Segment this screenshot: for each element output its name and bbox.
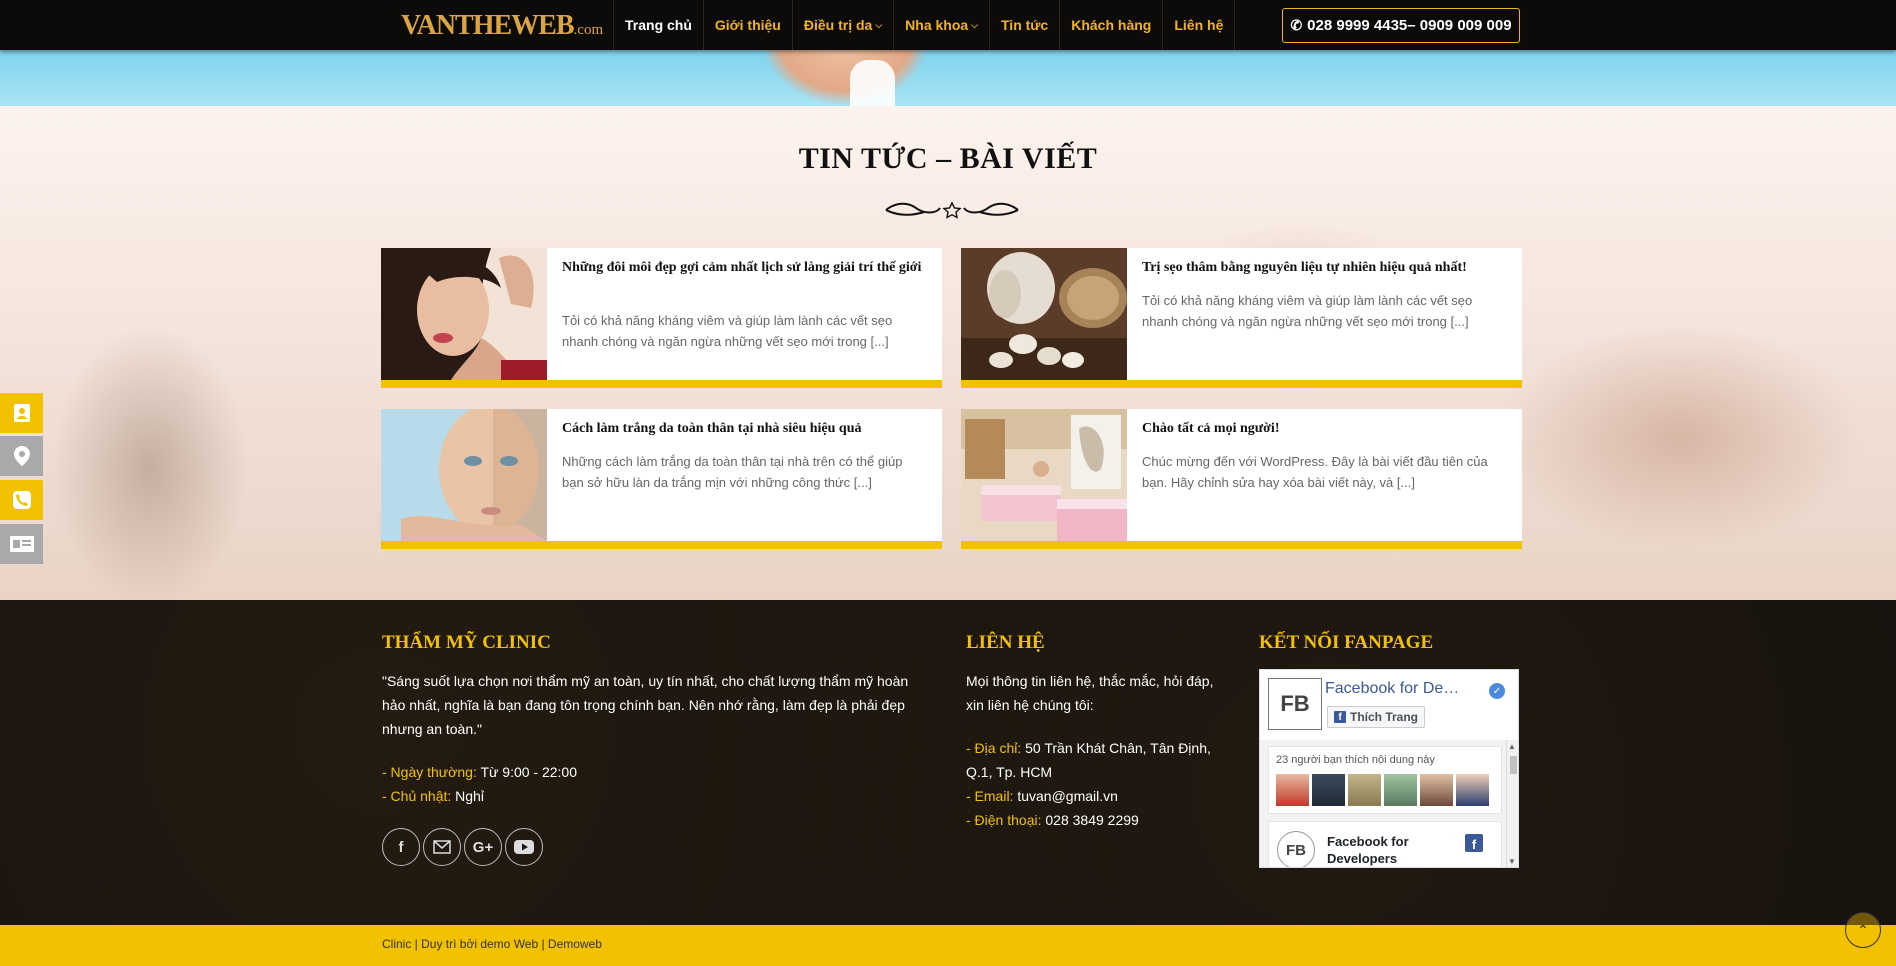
footer-contact-heading: LIÊN HỆ (966, 632, 1045, 653)
fb-page-name[interactable]: Facebook for De… (1325, 680, 1485, 698)
floating-map-button[interactable] (0, 436, 43, 476)
news-card-image (961, 409, 1127, 541)
fb-widget-scrollbar[interactable]: ▲ ▼ (1506, 740, 1518, 867)
news-card[interactable]: Chào tất cả mọi người! Chúc mừng đến với… (961, 409, 1522, 549)
fb-page-logo[interactable]: FB (1268, 678, 1322, 730)
news-card-title[interactable]: Trị sẹo thâm bằng nguyên liệu tự nhiên h… (1142, 258, 1508, 277)
site-footer: THẨM MỸ CLINIC "Sáng suốt lựa chọn nơi t… (0, 600, 1896, 925)
footer-contact-intro: Mọi thông tin liên hệ, thắc mắc, hỏi đáp… (966, 673, 1214, 713)
google-plus-icon[interactable]: G+ (464, 828, 502, 866)
id-card-icon (9, 536, 34, 552)
logo-main-text: VANTHEWEB (401, 10, 575, 41)
fb-post-avatar[interactable]: FB (1277, 831, 1315, 867)
avatar[interactable] (1384, 774, 1417, 806)
facebook-icon: f (1465, 834, 1483, 852)
floating-phone-button[interactable] (0, 480, 43, 520)
news-card[interactable]: Trị sẹo thâm bằng nguyên liệu tự nhiên h… (961, 248, 1522, 388)
news-card-excerpt: Tỏi có khả năng kháng viêm và giúp làm l… (1142, 293, 1473, 329)
avatar[interactable] (1348, 774, 1381, 806)
hero-banner (0, 50, 1896, 106)
facebook-icon[interactable]: f (382, 828, 420, 866)
hero-model-image (760, 50, 930, 106)
news-card[interactable]: Những đôi môi đẹp gợi cảm nhất lịch sử l… (381, 248, 942, 388)
news-card-title[interactable]: Những đôi môi đẹp gợi cảm nhất lịch sử l… (562, 258, 928, 277)
avatar[interactable] (1312, 774, 1345, 806)
footer-contact-details: - Địa chỉ: 50 Trần Khát Chân, Tân Định, … (966, 740, 1211, 828)
nav-item-customers[interactable]: Khách hàng (1060, 0, 1164, 50)
scroll-up-arrow-icon[interactable]: ▲ (1508, 742, 1516, 751)
news-card-title[interactable]: Chào tất cả mọi người! (1142, 419, 1508, 438)
footer-hours: - Ngày thường: Từ 9:00 - 22:00 - Chủ nhậ… (382, 764, 578, 804)
fb-post-page-name[interactable]: Facebook for Developers (1327, 833, 1437, 867)
hero-towel-image (850, 60, 895, 106)
news-card-title[interactable]: Cách làm trắng da toàn thân tại nhà siêu… (562, 419, 928, 438)
email-icon[interactable] (423, 828, 461, 866)
news-card-image (381, 409, 547, 541)
news-card-excerpt: Chúc mừng đến với WordPress. Đây là bài … (1142, 454, 1488, 490)
nav-item-news[interactable]: Tin tức (990, 0, 1061, 50)
news-card-image (961, 248, 1127, 380)
floating-contact-button[interactable] (0, 393, 43, 433)
floating-info-button[interactable] (0, 524, 43, 564)
news-card-image (381, 248, 547, 380)
fb-friends-box: 23 người bạn thích nội dung này (1268, 746, 1502, 814)
facebook-icon: f (1334, 711, 1346, 723)
fb-like-page-button[interactable]: f Thích Trang (1327, 706, 1426, 728)
avatar[interactable] (1276, 774, 1309, 806)
fb-friends-count: 23 người bạn thích nội dung này (1276, 754, 1435, 766)
header-phone-button[interactable]: ✆ 028 9999 4435– 0909 009 009 (1282, 8, 1520, 43)
chevron-up-icon: ⌃ (1857, 921, 1869, 938)
fb-friend-avatars (1276, 774, 1489, 806)
copyright-bar: Clinic | Duy trì bởi demo Web | Demoweb (0, 925, 1896, 966)
phone-icon (12, 491, 31, 509)
avatar[interactable] (1420, 774, 1453, 806)
footer-clinic-quote: "Sáng suốt lựa chọn nơi thẩm mỹ an toàn,… (382, 673, 909, 737)
news-card-excerpt: Tỏi có khả năng kháng viêm và giúp làm l… (562, 313, 893, 349)
back-to-top-button[interactable]: ⌃ (1845, 912, 1881, 948)
avatar[interactable] (1456, 774, 1489, 806)
news-card[interactable]: Cách làm trắng da toàn thân tại nhà siêu… (381, 409, 942, 549)
site-logo[interactable]: VANTHEWEB.com (401, 10, 603, 42)
ornament-divider-icon (885, 201, 1019, 219)
footer-clinic-heading: THẨM MỸ CLINIC (382, 632, 551, 653)
phone-icon: ✆ (1290, 17, 1303, 33)
copyright-text: Clinic | Duy trì bởi demo Web | Demoweb (382, 937, 602, 951)
scrollbar-thumb[interactable] (1510, 756, 1517, 774)
facebook-page-widget: FB Facebook for De… ✓ f Thích Trang 23 ng… (1259, 669, 1519, 868)
nav-item-skin-treatment[interactable]: Điều trị da ⌵ (793, 0, 895, 50)
nav-item-about[interactable]: Giới thiệu (704, 0, 793, 50)
news-card-excerpt: Những cách làm trắng da toàn thân tại nh… (562, 454, 903, 490)
news-section-title: TIN TỨC – BÀI VIẾT (798, 142, 1098, 175)
social-links: f G+ (382, 828, 543, 866)
nav-item-dental[interactable]: Nha khoa ⌵ (894, 0, 990, 50)
top-navbar: VANTHEWEB.com Trang chủ Giới thiệu Điều … (0, 0, 1896, 50)
news-section: TIN TỨC – BÀI VIẾT Những đôi môi đẹp gợi… (0, 106, 1896, 600)
scroll-down-arrow-icon[interactable]: ▼ (1508, 857, 1516, 866)
chevron-down-icon: ⌵ (971, 19, 978, 30)
chevron-down-icon: ⌵ (875, 19, 883, 30)
fb-post-preview: FB Facebook for Developers f (1268, 821, 1502, 867)
footer-fanpage-heading: KẾT NỐI FANPAGE (1259, 632, 1434, 653)
youtube-icon[interactable] (505, 828, 543, 866)
logo-suffix-text: .com (573, 22, 604, 38)
header-phone-number: 028 9999 4435– 0909 009 009 (1307, 17, 1512, 34)
nav-item-contact[interactable]: Liên hệ (1163, 0, 1236, 50)
main-nav: Trang chủ Giới thiệu Điều trị da ⌵ Nha kh… (613, 0, 1236, 50)
contact-card-icon (13, 404, 30, 422)
nav-item-home[interactable]: Trang chủ (614, 0, 704, 50)
verified-badge-icon: ✓ (1489, 683, 1505, 699)
map-marker-icon (13, 446, 30, 466)
